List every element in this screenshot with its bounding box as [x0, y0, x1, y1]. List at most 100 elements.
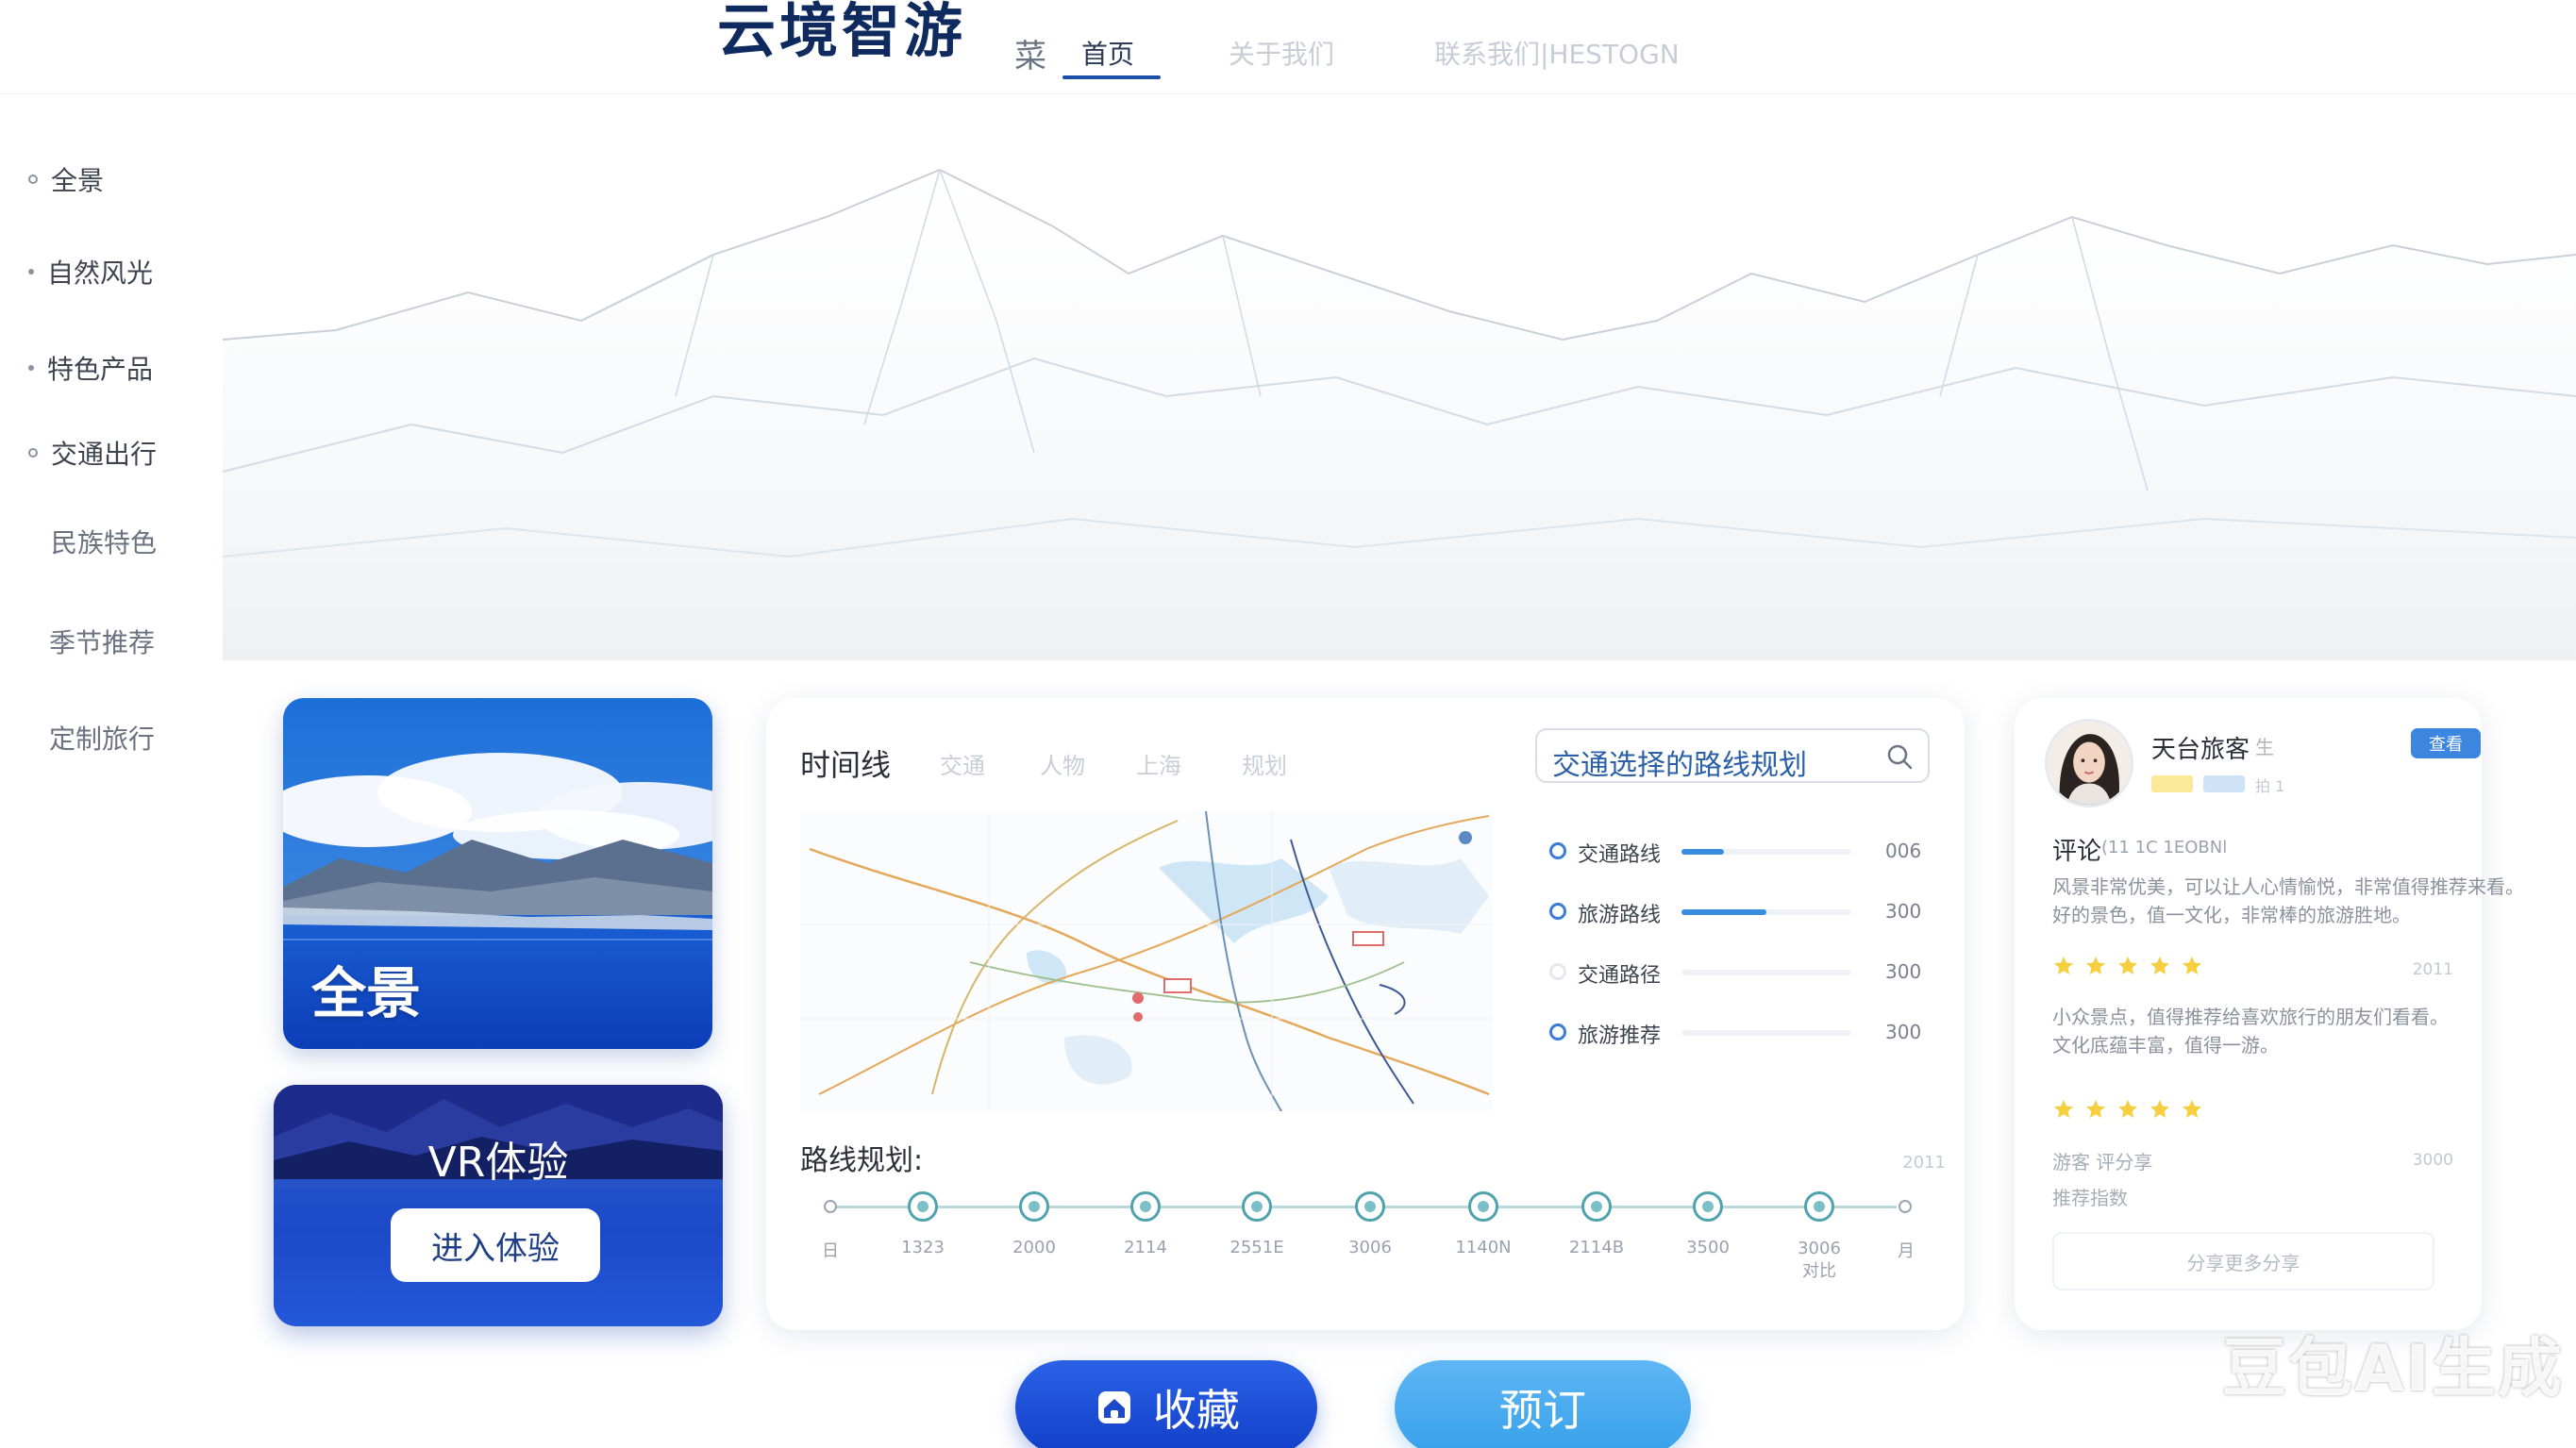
stat-label: 旅游推荐 — [1578, 1024, 1662, 1048]
bullet-icon — [28, 175, 38, 184]
route-node[interactable] — [1804, 1191, 1834, 1222]
comment-line: 小众景点，值得推荐给喜欢旅行的朋友们看看。 — [2052, 1006, 2449, 1028]
tab-home[interactable]: 首页 — [1081, 34, 1134, 72]
tab-contact[interactable]: 联系我们|HESTOGN — [1434, 34, 1680, 72]
comment-line: 好的景色，值一文化，非常棒的旅游胜地。 — [2052, 904, 2411, 926]
route-label: 3500 — [1686, 1238, 1730, 1257]
timeline-panel: 时间线 交通 人物 上海 规划 交通选择的路线规划 交通路线 006 旅游路线 … — [766, 698, 1965, 1330]
route-label: 2551E — [1229, 1238, 1284, 1257]
reviewer-name: 天台旅客 — [2151, 736, 2250, 764]
foot-meta: 3000 — [2412, 1151, 2453, 1170]
panorama-card[interactable]: 全景 — [283, 698, 712, 1049]
radio-icon[interactable] — [1549, 1024, 1566, 1040]
enter-vr-button[interactable]: 进入体验 — [391, 1208, 600, 1282]
comment-title: 评论 — [2052, 838, 2102, 866]
sidebar-item-nature[interactable]: 自然风光 — [28, 253, 153, 291]
route-plan-title: 路线规划: — [800, 1144, 924, 1177]
route-node[interactable] — [1355, 1191, 1385, 1222]
comment-line: 文化底蕴丰富，值得一游。 — [2052, 1034, 2279, 1057]
book-button[interactable]: 预订 — [1395, 1360, 1691, 1448]
radio-icon[interactable] — [1549, 903, 1566, 920]
hero-mountain-sketch — [223, 113, 2576, 660]
star-icon — [2118, 957, 2137, 974]
sidebar-item-custom[interactable]: 定制旅行 — [49, 719, 155, 757]
home-icon — [1098, 1391, 1130, 1423]
tab-plan[interactable]: 规划 — [1242, 747, 1287, 780]
route-label: 3006 对比 — [1798, 1239, 1841, 1281]
route-node[interactable] — [1693, 1191, 1723, 1222]
star-icon — [2086, 1100, 2105, 1118]
route-start-node[interactable] — [824, 1200, 837, 1213]
route-label: 1140N — [1455, 1238, 1512, 1257]
bullet-icon — [28, 269, 34, 275]
star-icon — [2054, 957, 2073, 974]
stat-value: 300 — [1885, 900, 1922, 923]
sidebar-item-season[interactable]: 季节推荐 — [49, 623, 155, 660]
view-button[interactable]: 查看 — [2411, 728, 2481, 758]
vr-card[interactable]: VR体验 进入体验 — [274, 1085, 723, 1326]
route-label: 2114 — [1124, 1238, 1167, 1257]
sidebar-item-label: 全景 — [51, 165, 105, 196]
star-icon — [2086, 957, 2105, 974]
route-node[interactable] — [908, 1191, 938, 1222]
tab-transport[interactable]: 交通 — [940, 747, 985, 780]
stat-value: 006 — [1885, 840, 1922, 862]
progress-fill — [1681, 849, 1724, 855]
reviewer-tag: 生 — [2255, 736, 2274, 758]
level-badge — [2203, 775, 2245, 792]
route-label: 日 — [822, 1241, 839, 1261]
star-icon — [2054, 1100, 2073, 1118]
stat-row: 旅游推荐 300 — [1549, 1019, 1927, 1048]
tab-about[interactable]: 关于我们 — [1229, 34, 1334, 72]
radio-icon[interactable] — [1549, 842, 1566, 859]
stat-row: 旅游路线 300 — [1549, 898, 1927, 927]
route-label: 月 — [1898, 1241, 1915, 1261]
top-header: 云境智游 菜 首页 关于我们 联系我们|HESTOGN — [0, 0, 2576, 94]
star-icon — [2183, 957, 2201, 974]
menu-icon[interactable]: 菜 — [1014, 30, 1046, 76]
route-label: 2000 — [1012, 1238, 1056, 1257]
sidebar-item-label: 定制旅行 — [49, 724, 156, 755]
route-node[interactable] — [1130, 1191, 1161, 1222]
stat-row: 交通路线 006 — [1549, 838, 1927, 867]
avatar[interactable] — [2045, 719, 2133, 807]
foot-label: 推荐指数 — [2052, 1187, 2128, 1209]
sidebar-item-transport[interactable]: 交通出行 — [28, 434, 157, 472]
stat-label: 旅游路线 — [1578, 904, 1662, 927]
sidebar-item-label: 季节推荐 — [49, 627, 156, 658]
star-icon — [2150, 1100, 2169, 1118]
route-node[interactable] — [1019, 1191, 1049, 1222]
sidebar-item-label: 交通出行 — [51, 439, 158, 470]
star-icon — [2150, 957, 2169, 974]
route-node[interactable] — [1581, 1191, 1612, 1222]
progress-fill — [1681, 909, 1766, 915]
ai-watermark: 豆包AI生成 — [2222, 1332, 2564, 1406]
stat-value: 300 — [1885, 960, 1922, 983]
vr-title: VR体验 — [427, 1139, 569, 1187]
route-label: 2114B — [1568, 1238, 1625, 1257]
route-end-node[interactable] — [1899, 1200, 1912, 1213]
favorite-button[interactable]: 收藏 — [1015, 1360, 1317, 1448]
sidebar-item-ethnic[interactable]: 民族特色 — [51, 523, 157, 560]
favorite-label: 收藏 — [1153, 1385, 1240, 1436]
bullet-icon — [28, 448, 38, 458]
route-map[interactable] — [800, 811, 1493, 1111]
tab-people[interactable]: 人物 — [1040, 747, 1085, 780]
sidebar-item-label: 民族特色 — [51, 527, 158, 558]
tab-active-underline — [1062, 75, 1161, 79]
search-icon[interactable] — [1884, 741, 1915, 772]
sidebar-item-panorama[interactable]: 全景 — [28, 160, 104, 198]
foot-label: 游客 评分享 — [2052, 1151, 2153, 1173]
rating-stars — [2052, 955, 2203, 977]
route-search-input[interactable]: 交通选择的路线规划 — [1535, 728, 1930, 783]
radio-icon[interactable] — [1549, 963, 1566, 980]
sidebar-item-products[interactable]: 特色产品 — [28, 349, 153, 387]
progress-track — [1681, 1030, 1851, 1036]
share-button[interactable]: 分享更多分享 — [2052, 1232, 2434, 1290]
star-icon — [2118, 1100, 2137, 1118]
route-node[interactable] — [1242, 1191, 1272, 1222]
stat-label: 交通路径 — [1578, 964, 1662, 988]
level-badge — [2151, 775, 2193, 792]
route-node[interactable] — [1468, 1191, 1498, 1222]
tab-shanghai[interactable]: 上海 — [1136, 747, 1181, 780]
